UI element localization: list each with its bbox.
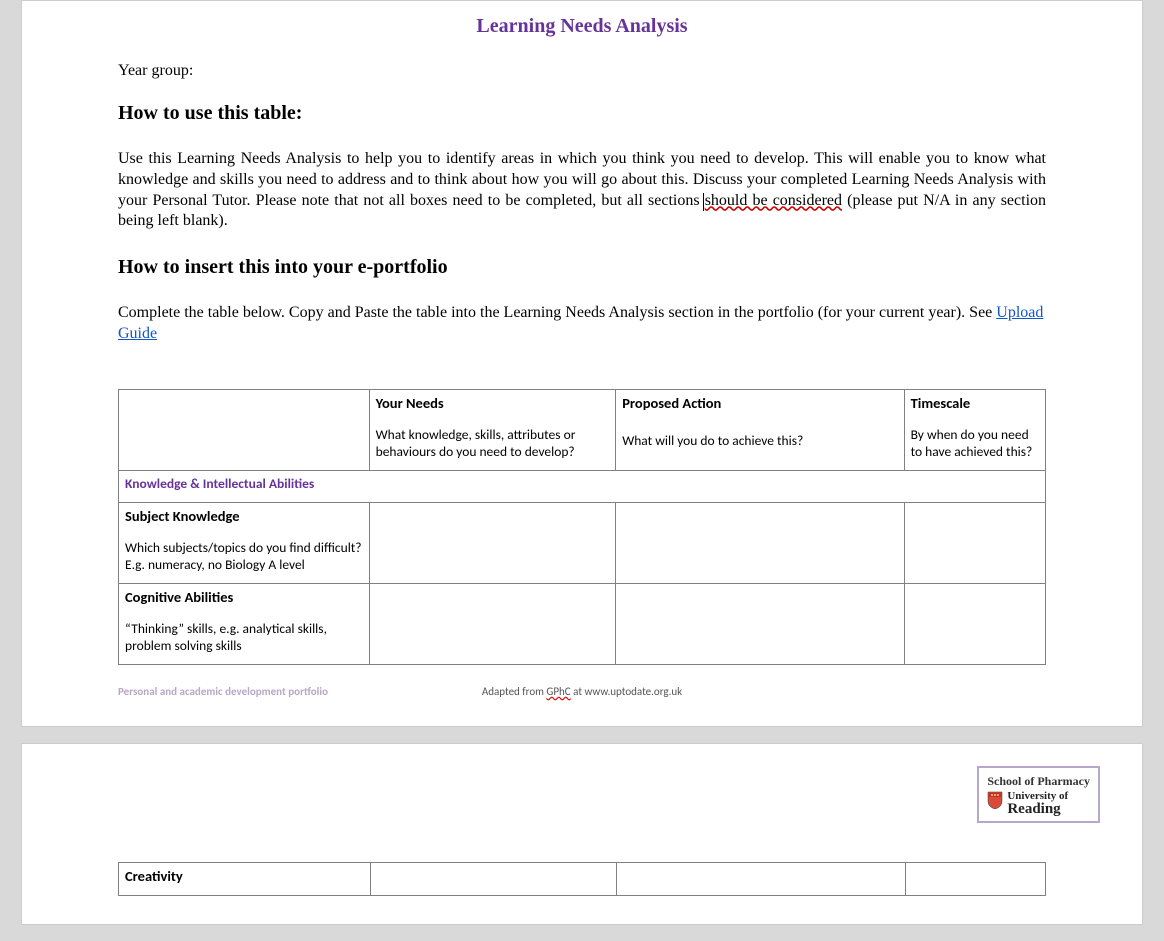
header-proposed-action: Proposed Action What will you do to achi… bbox=[616, 389, 904, 470]
footer-center-text: Adapted from GPhC at www.uptodate.org.uk bbox=[482, 685, 682, 698]
cell-creativity-action[interactable] bbox=[617, 862, 906, 895]
header-timescale: Timescale By when do you need to have ac… bbox=[904, 389, 1045, 470]
row-cognitive-label: Cognitive Abilities “Thinking” skills, e… bbox=[119, 583, 370, 664]
paragraph-insert: Complete the table below. Copy and Paste… bbox=[118, 303, 1046, 345]
page-content: Learning Needs Analysis Year group: How … bbox=[22, 15, 1142, 698]
text-howuse-spellchecked: should be considered bbox=[705, 192, 842, 209]
footer-center-spell: GPhC bbox=[546, 685, 570, 698]
header-needs-sub: What knowledge, skills, attributes or be… bbox=[376, 426, 610, 460]
cell-cognitive-timescale[interactable] bbox=[904, 583, 1045, 664]
needs-analysis-table-continued: Creativity bbox=[118, 862, 1046, 896]
university-shield-icon bbox=[987, 791, 1003, 809]
heading-insert-portfolio: How to insert this into your e-portfolio bbox=[118, 256, 1046, 279]
row-subject-sub: Which subjects/topics do you find diffic… bbox=[125, 539, 363, 573]
school-logo-box: School of Pharmacy University of Reading bbox=[977, 766, 1100, 823]
table-header-row: Your Needs What knowledge, skills, attri… bbox=[119, 389, 1046, 470]
logo-university-text: University of Reading bbox=[1007, 791, 1068, 817]
logo-school-text: School of Pharmacy bbox=[987, 774, 1090, 789]
row-creativity-label: Creativity bbox=[119, 862, 371, 895]
page-footer: Personal and academic development portfo… bbox=[118, 685, 1046, 698]
page2-content: Creativity bbox=[22, 862, 1142, 896]
row-cognitive-title: Cognitive Abilities bbox=[125, 588, 363, 606]
section-knowledge-intellectual: Knowledge & Intellectual Abilities bbox=[119, 470, 1046, 502]
footer-center-2: at www.uptodate.org.uk bbox=[571, 685, 682, 698]
footer-center-1: Adapted from bbox=[482, 685, 547, 698]
header-your-needs: Your Needs What knowledge, skills, attri… bbox=[369, 389, 616, 470]
cell-cognitive-action[interactable] bbox=[616, 583, 904, 664]
document-title: Learning Needs Analysis bbox=[118, 15, 1046, 38]
year-group-label: Year group: bbox=[118, 62, 1046, 80]
row-subject-knowledge-label: Subject Knowledge Which subjects/topics … bbox=[119, 502, 370, 583]
logo-university-row: University of Reading bbox=[987, 791, 1090, 817]
header-empty-cell bbox=[119, 389, 370, 470]
header-time-sub: By when do you need to have achieved thi… bbox=[911, 426, 1039, 460]
table-row: Creativity bbox=[119, 862, 1046, 895]
row-subject-title: Subject Knowledge bbox=[125, 507, 363, 525]
header-time-title: Timescale bbox=[911, 394, 1039, 412]
cell-creativity-needs[interactable] bbox=[370, 862, 616, 895]
document-page-1: Learning Needs Analysis Year group: How … bbox=[21, 0, 1143, 727]
footer-left-text: Personal and academic development portfo… bbox=[118, 685, 328, 698]
header-action-sub: What will you do to achieve this? bbox=[622, 432, 897, 449]
row-creativity-title: Creativity bbox=[125, 867, 364, 885]
cell-cognitive-needs[interactable] bbox=[369, 583, 616, 664]
text-insert-part1: Complete the table below. Copy and Paste… bbox=[118, 304, 996, 321]
header-needs-title: Your Needs bbox=[376, 394, 610, 412]
header-action-title: Proposed Action bbox=[622, 394, 897, 412]
table-row: Cognitive Abilities “Thinking” skills, e… bbox=[119, 583, 1046, 664]
row-cognitive-sub: “Thinking” skills, e.g. analytical skill… bbox=[125, 620, 363, 654]
cell-subject-needs[interactable] bbox=[369, 502, 616, 583]
cell-subject-action[interactable] bbox=[616, 502, 904, 583]
table-section-row: Knowledge & Intellectual Abilities bbox=[119, 470, 1046, 502]
cell-subject-timescale[interactable] bbox=[904, 502, 1045, 583]
needs-analysis-table: Your Needs What knowledge, skills, attri… bbox=[118, 389, 1046, 665]
logo-uni-line2: Reading bbox=[1007, 802, 1068, 817]
heading-how-to-use: How to use this table: bbox=[118, 102, 1046, 125]
cell-creativity-timescale[interactable] bbox=[906, 862, 1046, 895]
paragraph-how-to-use: Use this Learning Needs Analysis to help… bbox=[118, 149, 1046, 232]
table-row: Subject Knowledge Which subjects/topics … bbox=[119, 502, 1046, 583]
document-page-2: School of Pharmacy University of Reading bbox=[21, 743, 1143, 925]
